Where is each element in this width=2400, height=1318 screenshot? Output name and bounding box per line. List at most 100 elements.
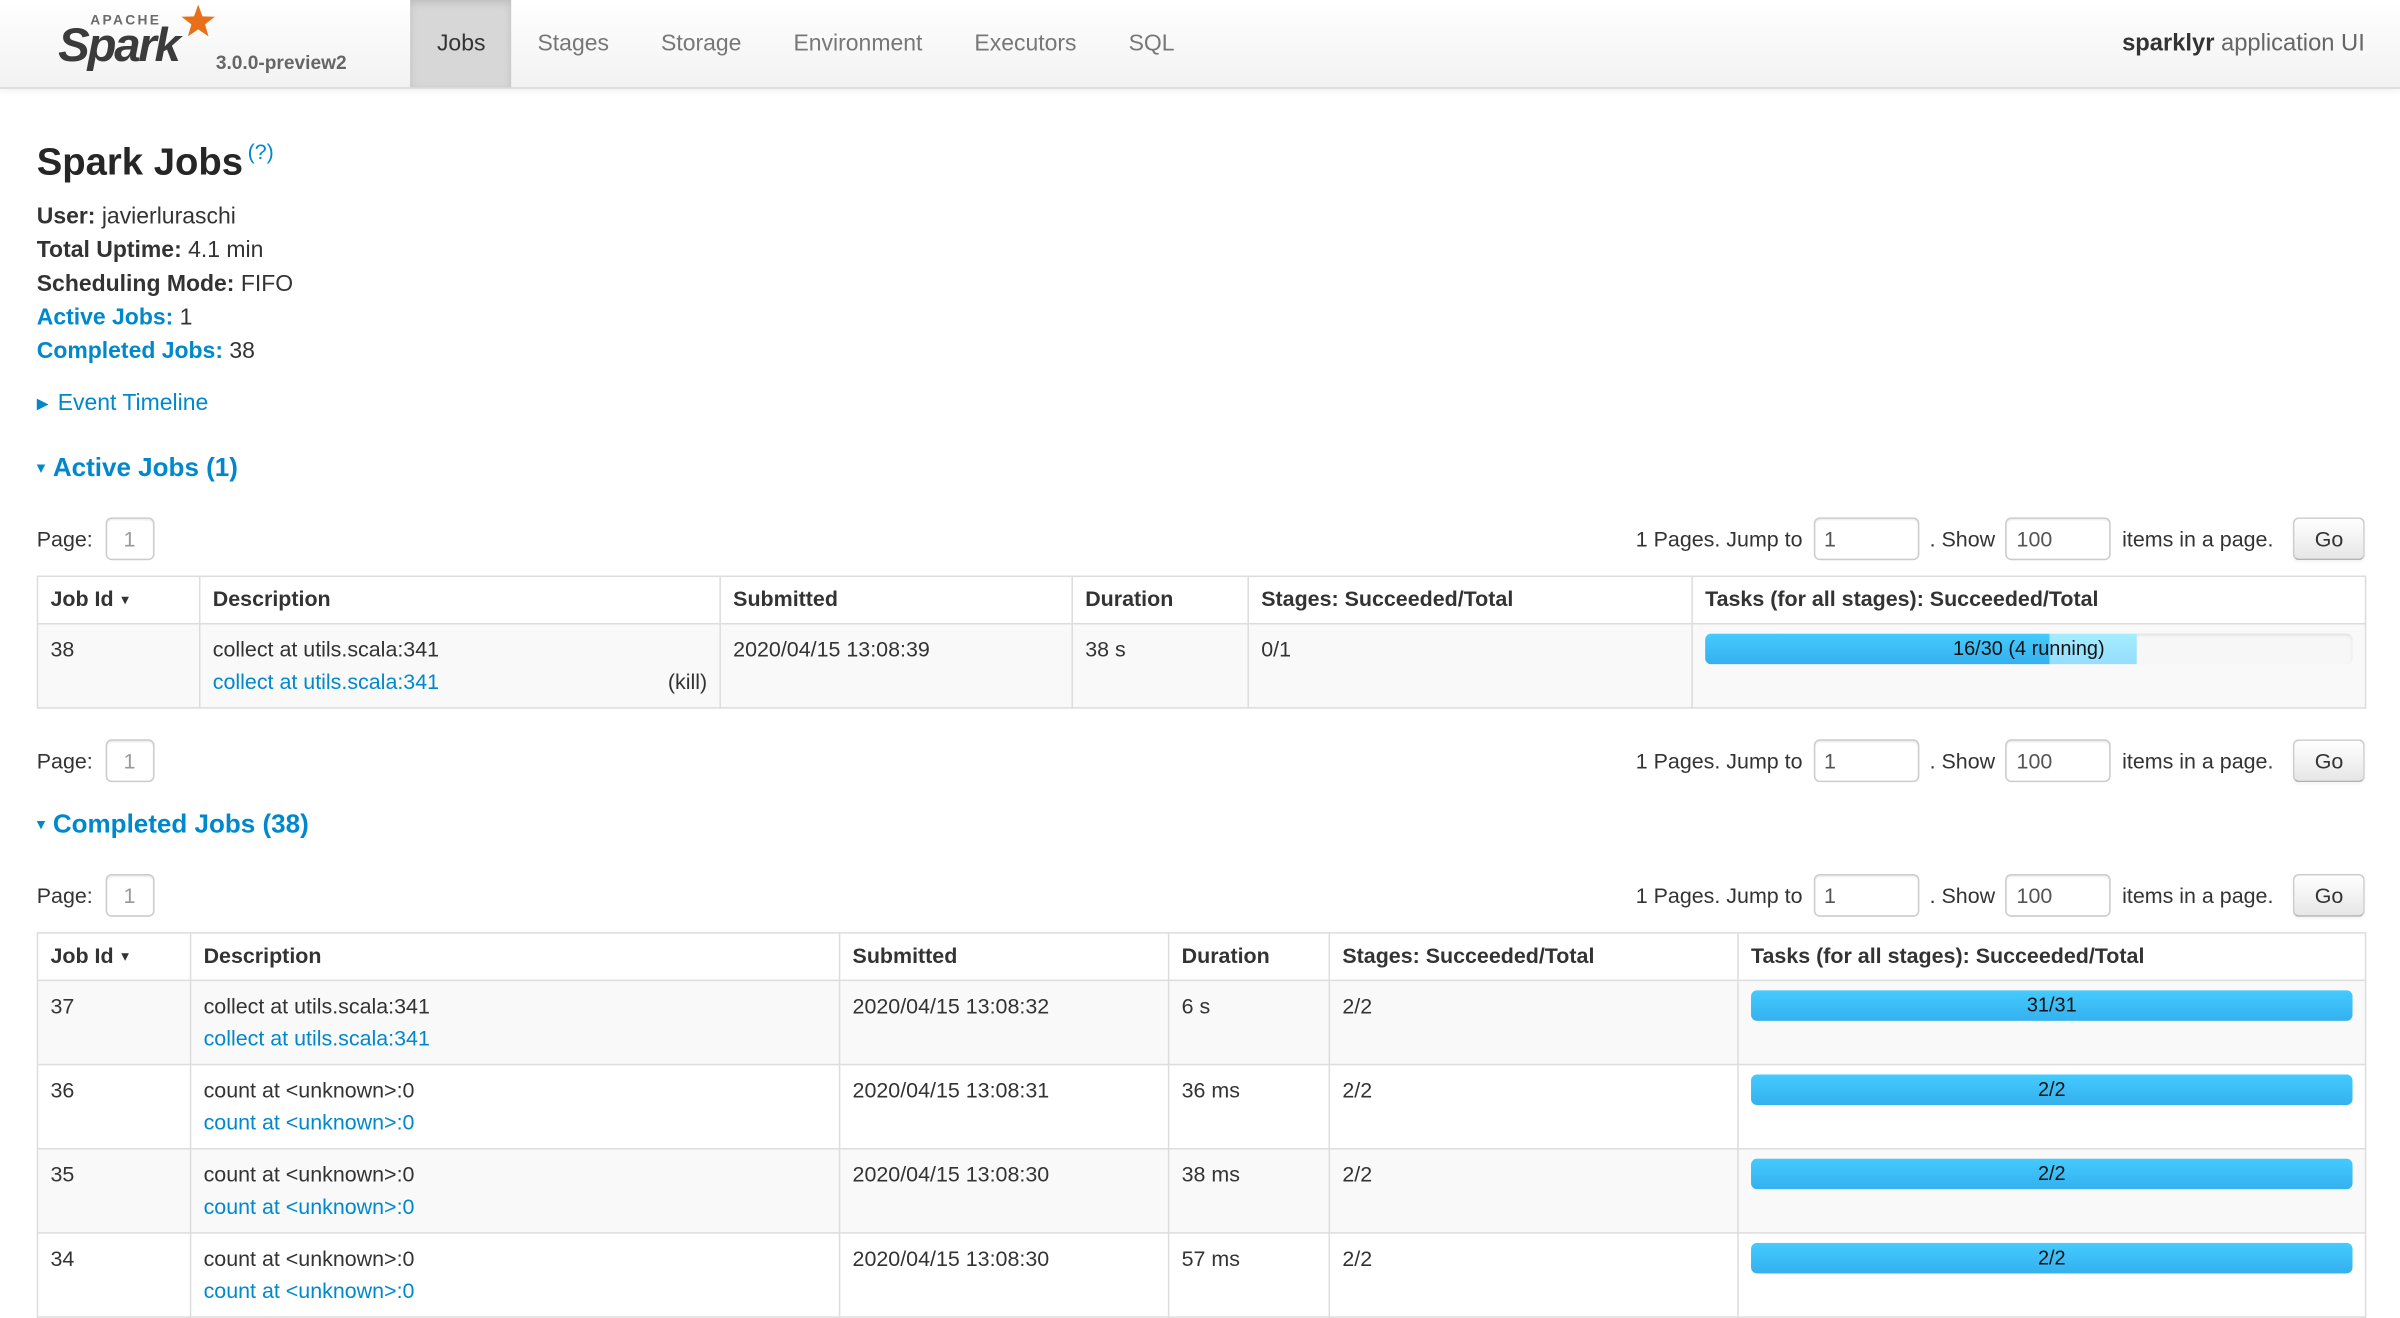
tasks-progress-bar: 2/2 [1751,1074,2353,1105]
stages-cell: 2/2 [1329,1149,1738,1233]
description-link[interactable]: count at <unknown>:0 [204,1275,415,1307]
description-text: count at <unknown>:0 [204,1159,827,1191]
collapse-arrow-icon: ▾ [37,816,45,834]
tasks-progress-bar: 31/31 [1751,990,2353,1021]
completed-jobs-section-title: Completed Jobs (38) [53,810,309,839]
nav-tabs: Jobs Stages Storage Environment Executor… [411,0,1201,87]
summary-completed-jobs-value: 38 [229,338,255,364]
jump-to-input[interactable] [1813,874,1919,917]
help-link[interactable]: (?) [248,139,274,163]
page-number-input[interactable] [105,874,154,917]
tab-stages[interactable]: Stages [511,0,635,87]
submitted-cell: 2020/04/15 13:08:39 [720,624,1072,708]
summary-uptime-label: Total Uptime: [37,237,182,263]
progress-label: 31/31 [1751,990,2353,1021]
tasks-cell: 2/2 [1738,1149,2366,1233]
active-jobs-section-header[interactable]: ▾Active Jobs (1) [37,453,2365,484]
summary-user-label: User: [37,204,96,230]
tasks-cell: 16/30 (4 running) [1692,624,2365,708]
stages-cell: 2/2 [1329,980,1738,1064]
items-text: items in a page. [2122,527,2273,551]
collapse-arrow-icon: ▾ [37,459,45,477]
kill-link[interactable]: (kill) [668,666,707,698]
duration-cell: 6 s [1169,980,1330,1064]
description-text: count at <unknown>:0 [204,1243,827,1275]
page-title-text: Spark Jobs [37,141,243,184]
job-id-cell: 37 [37,980,190,1064]
pages-text: 1 Pages. Jump to [1636,527,1803,551]
page-number-input[interactable] [105,739,154,782]
description-link[interactable]: count at <unknown>:0 [204,1191,415,1223]
column-header-submitted[interactable]: Submitted [720,576,1072,623]
description-cell: collect at utils.scala:341 collect at ut… [191,980,840,1064]
column-header-description[interactable]: Description [200,576,720,623]
tasks-cell: 2/2 [1738,1233,2366,1317]
description-link[interactable]: collect at utils.scala:341 [213,666,439,698]
pagination-row: Page: 1 Pages. Jump to . Show items in a… [37,517,2365,560]
completed-jobs-link[interactable]: Completed Jobs: [37,338,223,364]
page-label: Page: [37,883,93,907]
show-text: . Show [1930,748,1996,772]
pager-controls: 1 Pages. Jump to . Show items in a page.… [1636,739,2365,782]
column-header-submitted[interactable]: Submitted [840,933,1169,980]
description-cell: count at <unknown>:0 count at <unknown>:… [191,1149,840,1233]
job-id-cell: 35 [37,1149,190,1233]
column-header-job-id[interactable]: Job Id▾ [37,933,190,980]
active-jobs-link[interactable]: Active Jobs: [37,305,174,331]
spark-wordmark: Spark [58,18,178,73]
job-row: 36 count at <unknown>:0 count at <unknow… [37,1065,2365,1149]
event-timeline-toggle[interactable]: ▶Event Timeline [37,390,2365,416]
column-header-duration[interactable]: Duration [1072,576,1248,623]
page-number-input[interactable] [105,517,154,560]
summary-active-jobs: Active Jobs: 1 [37,302,2365,336]
pagination-row: Page: 1 Pages. Jump to . Show items in a… [37,874,2365,917]
column-header-job-id[interactable]: Job Id▾ [37,576,199,623]
navbar: APACHE Spark 3.0.0-preview2 Jobs Stages … [0,0,2400,89]
summary-uptime: Total Uptime: 4.1 min [37,234,2365,268]
duration-cell: 36 ms [1169,1065,1330,1149]
page-size-input[interactable] [2006,874,2112,917]
tab-jobs[interactable]: Jobs [411,0,512,87]
tab-sql[interactable]: SQL [1103,0,1201,87]
pager-controls: 1 Pages. Jump to . Show items in a page.… [1636,874,2365,917]
tab-environment[interactable]: Environment [767,0,948,87]
jump-to-input[interactable] [1813,739,1919,782]
column-header-tasks[interactable]: Tasks (for all stages): Succeeded/Total [1738,933,2366,980]
column-header-stages[interactable]: Stages: Succeeded/Total [1248,576,1692,623]
pagination-row: Page: 1 Pages. Jump to . Show items in a… [37,739,2365,782]
page-size-input[interactable] [2006,739,2112,782]
column-header-tasks[interactable]: Tasks (for all stages): Succeeded/Total [1692,576,2365,623]
app-title-suffix: application UI [2221,30,2365,56]
column-header-duration[interactable]: Duration [1169,933,1330,980]
spark-logo[interactable]: APACHE Spark [58,7,205,80]
go-button[interactable]: Go [2293,739,2364,782]
description-link[interactable]: count at <unknown>:0 [204,1107,415,1139]
description-cell: count at <unknown>:0 count at <unknown>:… [191,1233,840,1317]
app-title: sparklyr application UI [2122,30,2365,58]
job-row: 37 collect at utils.scala:341 collect at… [37,980,2365,1064]
description-link[interactable]: collect at utils.scala:341 [204,1022,430,1054]
submitted-cell: 2020/04/15 13:08:32 [840,980,1169,1064]
pages-text: 1 Pages. Jump to [1636,883,1803,907]
page-size-input[interactable] [2006,517,2112,560]
show-text: . Show [1930,527,1996,551]
stages-cell: 0/1 [1248,624,1692,708]
progress-label: 2/2 [1751,1074,2353,1105]
tab-storage[interactable]: Storage [635,0,767,87]
go-button[interactable]: Go [2293,517,2364,560]
description-cell: collect at utils.scala:341 collect at ut… [200,624,720,708]
tab-executors[interactable]: Executors [948,0,1102,87]
go-button[interactable]: Go [2293,874,2364,917]
summary-scheduling-label: Scheduling Mode: [37,271,235,297]
tasks-cell: 2/2 [1738,1065,2366,1149]
sort-caret-icon: ▾ [121,949,129,966]
column-header-stages[interactable]: Stages: Succeeded/Total [1329,933,1738,980]
completed-jobs-section-header[interactable]: ▾ Completed Jobs (38) [37,810,2365,841]
column-header-description[interactable]: Description [191,933,840,980]
description-cell: count at <unknown>:0 count at <unknown>:… [191,1065,840,1149]
items-text: items in a page. [2122,883,2273,907]
jump-to-input[interactable] [1813,517,1919,560]
expand-arrow-icon: ▶ [37,396,49,413]
tasks-progress-bar: 16/30 (4 running) [1705,634,2352,665]
summary-completed-jobs: Completed Jobs: 38 [37,335,2365,369]
